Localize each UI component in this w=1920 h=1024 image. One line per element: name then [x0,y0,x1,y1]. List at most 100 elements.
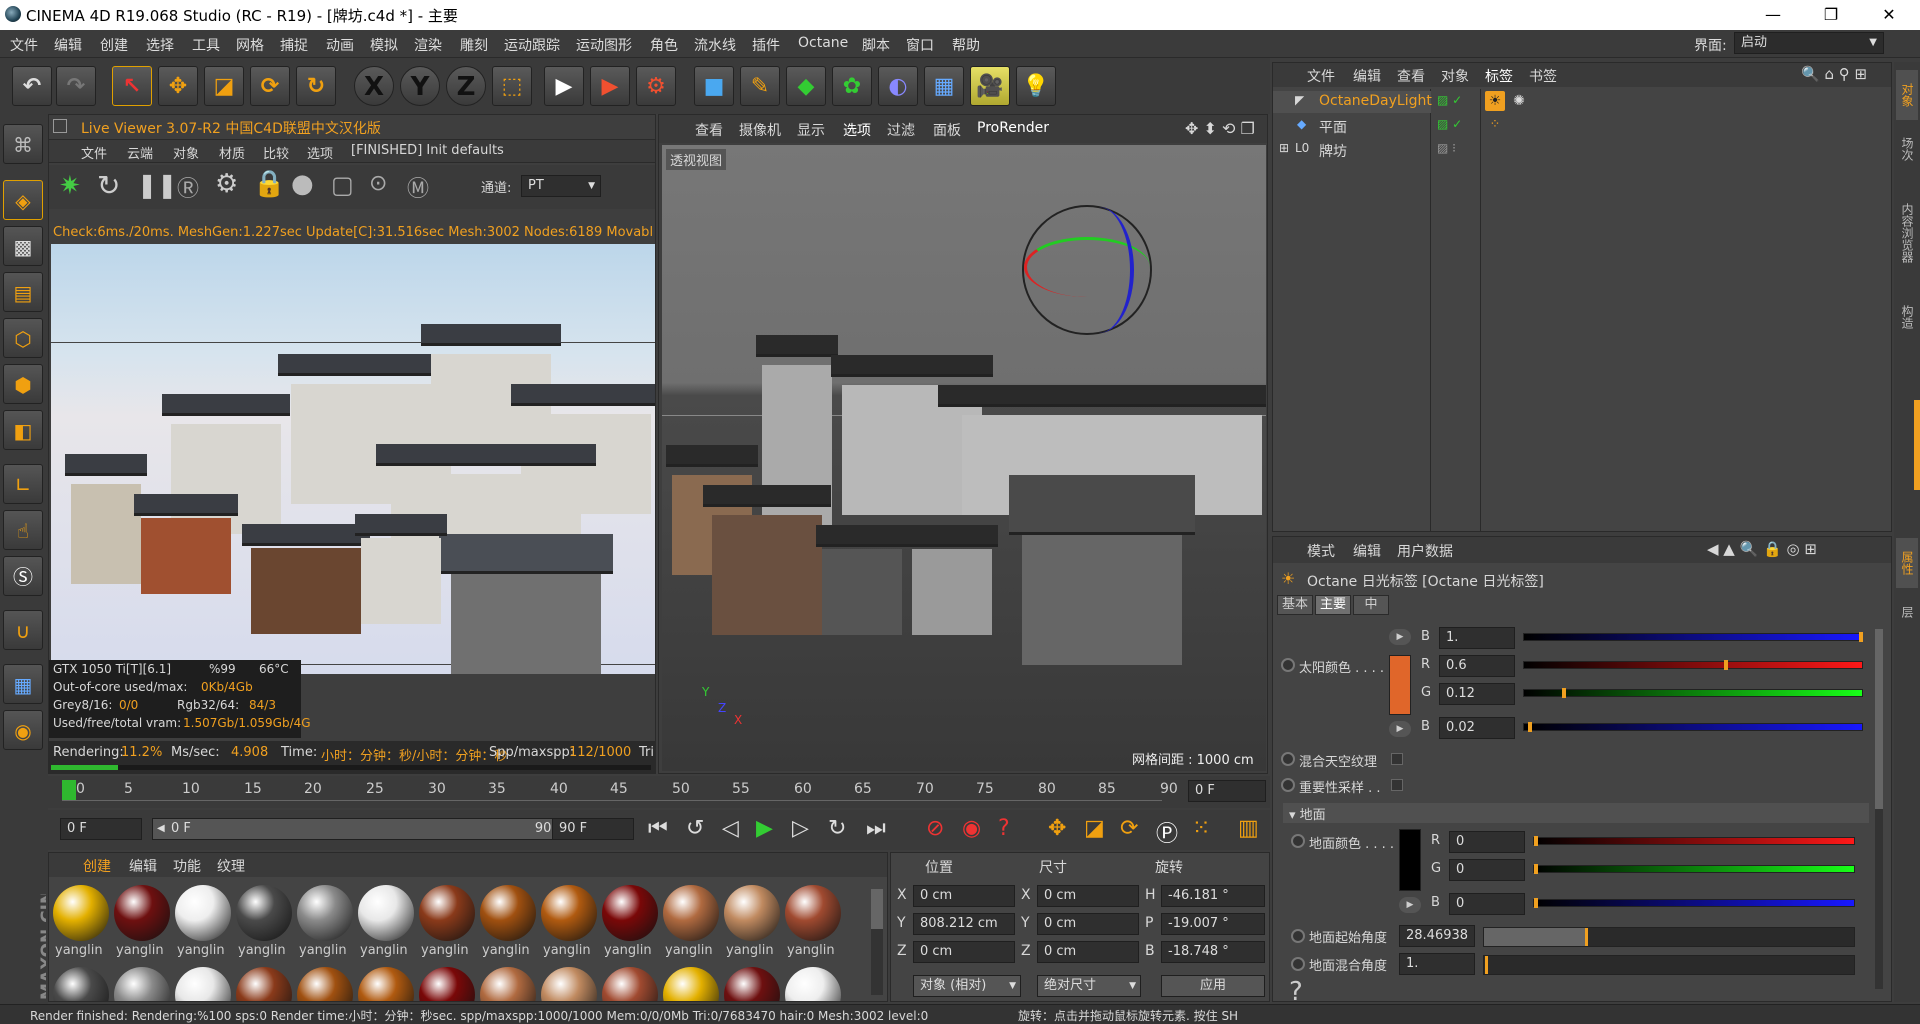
vp-menu-display[interactable]: 显示 [797,120,825,140]
menu-edit[interactable]: 编辑 [54,35,82,55]
menu-render[interactable]: 渲染 [414,35,442,55]
obj-menu-bookmarks[interactable]: 书签 [1529,66,1557,86]
obj-search-home-icons[interactable]: 🔍 ⌂ ⚲ ⊞ [1801,65,1867,83]
material-ball-icon[interactable] [480,885,536,941]
move-icon[interactable]: ✥ [158,66,198,106]
mat-menu-edit[interactable]: 编辑 [129,856,157,876]
magnet-icon[interactable]: ∪ [3,610,43,650]
obj-menu-view[interactable]: 查看 [1397,66,1425,86]
key-scale-icon[interactable]: ◪ [1084,816,1105,841]
polygons-mode-icon[interactable]: ◧ [3,410,43,450]
lv-menu-objects[interactable]: 对象 [173,143,199,162]
cloner-icon[interactable]: ✿ [832,66,872,106]
sun-r-field[interactable]: 0.6 [1439,655,1515,677]
apply-button[interactable]: 应用 [1161,975,1265,997]
end-frame-field[interactable]: 90 F [552,818,634,840]
sun-r-slider[interactable] [1523,660,1863,670]
importance-radio[interactable] [1281,778,1295,792]
attr-nav-icons[interactable]: ◀ ▲ 🔍 🔒 ◎ ⊞ [1707,540,1817,558]
material-ball-icon[interactable] [541,967,597,1001]
key-rotation-icon[interactable]: ⟳ [1120,816,1138,841]
ground-b-slider[interactable] [1533,898,1855,908]
sun-b-top-field[interactable]: 1. [1439,627,1515,649]
material-ball-icon[interactable] [602,885,658,941]
visibility-check-icon[interactable]: ▨ ✓ [1437,93,1462,107]
lv-lock-icon[interactable]: 🔒 [253,169,285,199]
material-ball-icon[interactable] [419,885,475,941]
render-settings-icon[interactable]: ⚙ [636,66,676,106]
attr-tab-basic[interactable]: 基本 [1277,595,1313,615]
sun-b-spin-toggle[interactable]: ▶ [1389,629,1411,645]
render-picture-icon[interactable]: ▶ [590,66,630,106]
material-ball-icon[interactable] [114,885,170,941]
ground-section-header[interactable]: ▾ 地面 [1283,803,1869,823]
object-row-paifang[interactable]: ⊞ L0 牌坊 [1273,139,1431,161]
lv-pick-material-icon[interactable]: Ⓜ [407,171,429,203]
mat-menu-create[interactable]: 创建 [83,856,111,876]
prev-frame-icon[interactable]: ◁ [722,816,739,841]
material-ball-icon[interactable] [358,885,414,941]
menu-tools[interactable]: 工具 [192,35,220,55]
material-ball-icon[interactable] [663,885,719,941]
ground-blend-field[interactable]: 1. [1399,953,1475,975]
menu-help[interactable]: 帮助 [952,35,980,55]
workplane-icon[interactable]: ▤ [3,272,43,312]
obj-menu-tags[interactable]: 标签 [1485,66,1513,86]
pos-x-field[interactable]: 0 cm [913,885,1015,907]
sun-g-slider[interactable] [1523,688,1863,698]
x-axis-icon[interactable]: X [354,66,394,106]
material-ball-icon[interactable] [297,967,353,1001]
slider-knob[interactable] [1484,956,1488,974]
octane-daylight-tag-icon[interactable]: ☀ [1485,91,1505,111]
menu-pipeline[interactable]: 流水线 [694,35,736,55]
side-tab-structure[interactable]: 构造 [1896,292,1918,342]
slider-knob[interactable] [1723,660,1728,670]
lv-menu-options[interactable]: 选项 [307,143,333,162]
pen-icon[interactable]: ✎ [740,66,780,106]
floor-icon[interactable]: ▦ [924,66,964,106]
ground-blend-radio[interactable] [1291,957,1305,971]
rotate-icon[interactable]: ⟳ [250,66,290,106]
attr-tab-main[interactable]: 主要 [1315,595,1351,615]
menu-file[interactable]: 文件 [10,35,38,55]
y-axis-icon[interactable]: Y [400,66,440,106]
material-ball-icon[interactable] [480,967,536,1001]
slider-knob[interactable] [1534,898,1538,908]
record-icon[interactable]: ⊘ [926,816,944,841]
attr-menu-mode[interactable]: 模式 [1307,541,1335,561]
rotate2-icon[interactable]: ↻ [296,66,336,106]
lv-pause-icon[interactable]: ❚❚ [137,171,177,199]
material-ball-icon[interactable] [724,885,780,941]
attr-tab-mid[interactable]: 中 [1353,595,1389,615]
lv-material-ball-icon[interactable]: ● [291,169,314,199]
redo-icon[interactable]: ↷ [56,66,96,106]
slider-knob[interactable] [1527,722,1532,732]
current-frame-field[interactable]: 0 F [1188,780,1266,802]
side-tab-attributes[interactable]: 属性 [1896,538,1918,588]
slider-knob[interactable] [1561,688,1566,698]
help-icon[interactable]: ? [1289,977,1303,1007]
lv-settings-icon[interactable]: ⚙ [215,169,238,199]
material-ball-icon[interactable] [663,967,719,1001]
side-tab-content-browser[interactable]: 内容浏览器 [1896,178,1918,288]
material-ball-icon[interactable] [297,885,353,941]
play-icon[interactable]: ▶ [756,816,773,841]
lv-start-render-icon[interactable]: ✷ [59,171,81,201]
size-x-field[interactable]: 0 cm [1037,885,1139,907]
size-mode-select[interactable]: 绝对尺寸 ▼ [1037,975,1141,997]
lv-channel-select[interactable]: PT ▼ [521,175,601,197]
key-position-icon[interactable]: ✥ [1048,816,1066,841]
menu-mograph[interactable]: 运动图形 [576,35,632,55]
edges-mode-icon[interactable]: ⬢ [3,364,43,404]
points-mode-icon[interactable]: ⬡ [3,318,43,358]
octane-tag-icon[interactable]: ✺ [1509,91,1529,111]
material-scrollbar[interactable] [871,889,883,995]
menu-mesh[interactable]: 网格 [236,35,264,55]
coord-icon[interactable]: ⬚ [492,66,532,106]
sun-g-field[interactable]: 0.12 [1439,683,1515,705]
menu-snap[interactable]: 捕捉 [280,35,308,55]
live-viewer-render[interactable] [51,244,655,674]
tweak-mode-icon[interactable]: ☝ [3,510,43,550]
importance-checkbox[interactable] [1391,779,1403,791]
sun-color-swatch[interactable] [1389,655,1411,715]
